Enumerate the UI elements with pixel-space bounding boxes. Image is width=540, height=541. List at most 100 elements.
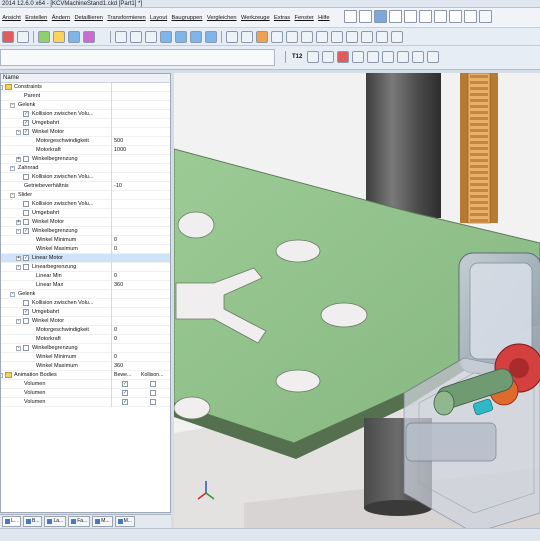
tree-row[interactable]: Motorkraft 0 [1, 335, 170, 344]
fit-view-icon[interactable] [331, 30, 343, 43]
record-icon[interactable] [2, 30, 14, 43]
collapse-icon[interactable]: - [16, 265, 21, 270]
section-icon[interactable] [241, 30, 253, 43]
menu-item[interactable]: Ändern [50, 15, 73, 21]
cut-icon[interactable] [404, 10, 417, 23]
collapse-icon[interactable]: - [10, 193, 15, 198]
panel-tab[interactable]: M... [114, 516, 135, 527]
light-icon[interactable] [256, 30, 268, 43]
panel-tab[interactable]: B... [22, 516, 43, 527]
axis-icon[interactable] [301, 30, 313, 43]
layer-icon[interactable] [53, 30, 65, 43]
select-icon[interactable] [38, 30, 50, 43]
constraint-checkbox[interactable] [23, 264, 29, 270]
camera-icon[interactable] [316, 30, 328, 43]
tree-row[interactable]: - Gelenk [1, 101, 170, 110]
tree-row[interactable]: - Winkel Motor [1, 317, 170, 326]
constraint-checkbox[interactable] [23, 156, 29, 162]
tree-row[interactable]: Volumen ✓ [1, 398, 170, 407]
open-folder-icon[interactable] [359, 10, 372, 23]
rotate-icon[interactable] [115, 30, 127, 43]
tree-row[interactable]: Motorgeschwindigkeit 0 [1, 326, 170, 335]
menu-item[interactable]: Transformieren [105, 15, 148, 21]
constraint-checkbox[interactable] [23, 201, 29, 207]
zoom-icon[interactable] [145, 30, 157, 43]
view-icon[interactable] [68, 30, 80, 43]
edit-icon[interactable] [382, 51, 395, 63]
tree-row-value[interactable]: 0 [114, 273, 117, 280]
tree-row[interactable]: + Winkelbegrenzung [1, 155, 170, 164]
collision-checkbox[interactable] [150, 381, 156, 387]
export-icon[interactable] [412, 51, 425, 63]
home-view-icon[interactable] [391, 30, 403, 43]
menu-item[interactable]: Hilfe [316, 15, 332, 21]
panel-tab[interactable]: L... [2, 516, 21, 527]
tree-row[interactable]: Winkel Minimum 0 [1, 236, 170, 245]
panel-tab[interactable]: Fa... [68, 516, 91, 527]
collision-checkbox[interactable] [150, 399, 156, 405]
document-icon[interactable] [307, 51, 320, 63]
constraint-checkbox[interactable]: ✓ [23, 309, 29, 315]
collapse-icon[interactable]: - [16, 229, 21, 234]
properties-icon[interactable] [427, 51, 440, 63]
tree-row[interactable]: - Constraints [1, 83, 170, 92]
menu-item[interactable]: Erstellen [23, 15, 50, 21]
tree-row[interactable]: Winkel Minimum 0 [1, 353, 170, 362]
tree-row-value[interactable]: 360 [114, 282, 123, 289]
undo-icon[interactable] [449, 10, 462, 23]
tree-row[interactable]: Getriebeverhältnis -10 [1, 182, 170, 191]
delete-icon[interactable] [479, 10, 492, 23]
constraint-checkbox[interactable]: ✓ [23, 228, 29, 234]
tree-row-value[interactable]: 500 [114, 138, 123, 145]
tree-row[interactable]: - Linearbegrenzung [1, 263, 170, 272]
measure-icon[interactable] [226, 30, 238, 43]
tree-row-value[interactable]: 1000 [114, 147, 126, 154]
tree-row[interactable]: - Gelenk [1, 290, 170, 299]
constraint-checkbox[interactable] [23, 219, 29, 225]
shaded-view-icon[interactable] [160, 30, 172, 43]
part-icon[interactable] [322, 51, 335, 63]
collapse-icon[interactable]: - [1, 373, 3, 378]
previous-view-icon[interactable] [361, 30, 373, 43]
menu-item[interactable]: Vergleichen [205, 15, 239, 21]
tree-row[interactable]: - ✓ Winkelbegrenzung [1, 227, 170, 236]
snap-icon[interactable] [286, 30, 298, 43]
print-icon[interactable] [389, 10, 402, 23]
render-icon[interactable] [205, 30, 217, 43]
tree-row[interactable]: + Winkel Motor [1, 218, 170, 227]
chevron-down-icon[interactable] [98, 31, 106, 43]
menu-item[interactable]: Werkzeuge [239, 15, 272, 21]
copy-icon[interactable] [419, 10, 432, 23]
zoom-window-icon[interactable] [346, 30, 358, 43]
tree-row[interactable]: Linear Min 0 [1, 272, 170, 281]
collapse-icon[interactable]: - [10, 166, 15, 171]
panel-tab[interactable]: La... [44, 516, 67, 527]
tree-row[interactable]: Kollision zwischen Volu... [1, 200, 170, 209]
collapse-icon[interactable]: - [16, 130, 21, 135]
3d-viewport[interactable] [174, 73, 540, 528]
menu-item[interactable]: Extras [272, 15, 293, 21]
tree-row-value[interactable]: 360 [114, 363, 123, 370]
constraint-checkbox[interactable]: ✓ [23, 129, 29, 135]
tree-row-value[interactable]: 0 [114, 246, 117, 253]
new-document-icon[interactable] [344, 10, 357, 23]
tree-row[interactable]: Motorkraft 1000 [1, 146, 170, 155]
constraint-checkbox[interactable]: ✓ [23, 120, 29, 126]
tree-row[interactable]: + ✓ Linear Motor [1, 254, 170, 263]
paste-icon[interactable] [434, 10, 447, 23]
tree-row[interactable]: - Slider [1, 191, 170, 200]
import-icon[interactable] [397, 51, 410, 63]
settings-icon[interactable] [17, 30, 29, 43]
tree-row[interactable]: Motorgeschwindigkeit 500 [1, 137, 170, 146]
constraint-checkbox[interactable] [23, 300, 29, 306]
menu-item[interactable]: Fenster [292, 15, 316, 21]
next-view-icon[interactable] [376, 30, 388, 43]
tree-row[interactable]: Umgebahrt [1, 209, 170, 218]
t12-label[interactable]: T12 [290, 54, 304, 60]
tree-row[interactable]: - Zahnrad [1, 164, 170, 173]
tree-row-value[interactable]: 0 [114, 327, 117, 334]
tree-row[interactable]: ✓ Umgebahrt [1, 308, 170, 317]
tree-row-value[interactable]: -10 [114, 183, 122, 190]
collapse-icon[interactable]: - [10, 292, 15, 297]
menu-item[interactable]: Baugruppen [169, 15, 204, 21]
